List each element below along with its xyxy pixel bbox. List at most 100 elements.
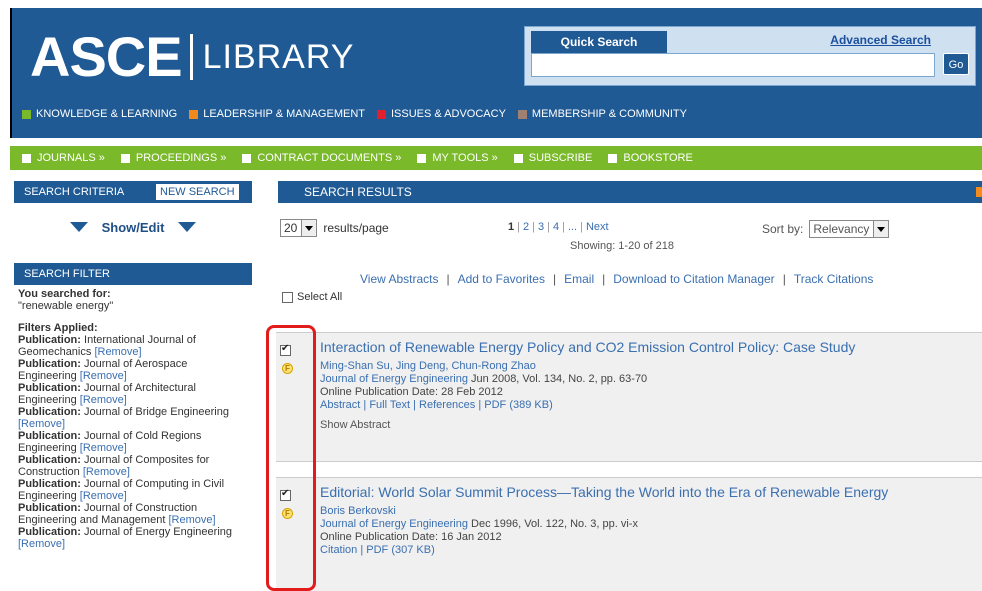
search-results-header: SEARCH RESULTS bbox=[278, 181, 982, 203]
nav-contract-documents[interactable]: CONTRACT DOCUMENTS » bbox=[242, 152, 401, 164]
page-link[interactable]: 3 bbox=[538, 221, 544, 233]
select-all[interactable]: Select All bbox=[282, 291, 342, 303]
nav-label: MY TOOLS » bbox=[432, 152, 498, 164]
square-bullet-icon bbox=[189, 109, 199, 119]
quick-search-tab[interactable]: Quick Search bbox=[531, 31, 667, 53]
publication-label: Publication: bbox=[18, 406, 81, 418]
publication-label: Publication: bbox=[18, 334, 81, 346]
logo-text: ASCE bbox=[30, 25, 183, 88]
remove-filter-link[interactable]: [Remove] bbox=[83, 466, 130, 478]
filter-item: Publication: Journal of Composites for C… bbox=[18, 454, 248, 478]
publication-label: Publication: bbox=[18, 358, 81, 370]
remove-filter-link[interactable]: [Remove] bbox=[80, 442, 127, 454]
search-results-label: SEARCH RESULTS bbox=[304, 185, 412, 199]
page-link[interactable]: 2 bbox=[523, 221, 529, 233]
nav-journals[interactable]: JOURNALS » bbox=[22, 152, 105, 164]
nav-issues-advocacy[interactable]: ISSUES & ADVOCACY bbox=[376, 108, 506, 120]
filter-value: Journal of Bridge Engineering bbox=[84, 406, 229, 418]
square-bullet-icon bbox=[608, 153, 618, 163]
nav-bookstore[interactable]: BOOKSTORE bbox=[608, 152, 693, 164]
nav-label: ISSUES & ADVOCACY bbox=[390, 108, 506, 120]
result-online-date: Online Publication Date: 16 Jan 2012 bbox=[320, 531, 502, 543]
result-actions: View Abstracts | Add to Favorites | Email |… bbox=[360, 272, 874, 286]
rss-icon[interactable] bbox=[976, 187, 982, 197]
asce-library-logo[interactable]: ASCE LIBRARY bbox=[30, 22, 354, 92]
nav-label: PROCEEDINGS » bbox=[135, 152, 227, 164]
site-header: ASCE LIBRARY Quick Search Advanced Searc… bbox=[10, 8, 982, 138]
page-ellipsis[interactable]: ... bbox=[568, 221, 577, 233]
square-bullet-icon bbox=[242, 153, 252, 163]
filter-item: Publication: Journal of Construction Eng… bbox=[18, 502, 248, 526]
search-input[interactable] bbox=[531, 53, 935, 77]
filter-item: Publication: Journal of Energy Engineeri… bbox=[18, 526, 248, 550]
next-page-link[interactable]: Next bbox=[586, 221, 609, 233]
nav-proceedings[interactable]: PROCEEDINGS » bbox=[120, 152, 227, 164]
checkbox-highlight-annotation bbox=[266, 325, 316, 591]
nav-label: LEADERSHIP & MANAGEMENT bbox=[203, 108, 365, 120]
searched-for: You searched for: "renewable energy" bbox=[14, 285, 252, 312]
result-authors[interactable]: Boris Berkovski bbox=[320, 505, 888, 518]
remove-filter-link[interactable]: [Remove] bbox=[80, 394, 127, 406]
remove-filter-link[interactable]: [Remove] bbox=[168, 514, 215, 526]
dropdown-arrow-icon bbox=[873, 221, 889, 237]
filter-item: Publication: Journal of Cold Regions Eng… bbox=[18, 430, 248, 454]
filter-item: Publication: International Journal of Ge… bbox=[18, 334, 248, 358]
remove-filter-link[interactable]: [Remove] bbox=[18, 538, 65, 550]
sort-label: Sort by: bbox=[762, 222, 804, 236]
show-abstract-link[interactable]: Show Abstract bbox=[320, 419, 855, 432]
square-bullet-icon bbox=[417, 153, 427, 163]
sort-control: Sort by: Relevancy bbox=[762, 220, 890, 238]
download-citation-link[interactable]: Download to Citation Manager bbox=[613, 272, 774, 286]
filter-item: Publication: Journal of Aerospace Engine… bbox=[18, 358, 248, 382]
remove-filter-link[interactable]: [Remove] bbox=[80, 370, 127, 382]
searched-for-value: "renewable energy" bbox=[18, 300, 114, 312]
per-page-select[interactable]: 20 bbox=[280, 219, 318, 237]
new-search-button[interactable]: NEW SEARCH bbox=[156, 184, 239, 200]
result-item: F Editorial: World Solar Summit Process—… bbox=[276, 477, 982, 591]
page-link[interactable]: 1 bbox=[508, 221, 514, 233]
per-page-label: results/page bbox=[323, 221, 389, 235]
nav-knowledge-learning[interactable]: KNOWLEDGE & LEARNING bbox=[22, 108, 177, 120]
search-criteria-label: SEARCH CRITERIA bbox=[24, 186, 125, 198]
filter-value: Journal of Energy Engineering bbox=[84, 526, 232, 538]
nav-subscribe[interactable]: SUBSCRIBE bbox=[513, 152, 592, 164]
nav-my-tools[interactable]: MY TOOLS » bbox=[417, 152, 498, 164]
dropdown-arrow-icon bbox=[301, 220, 317, 236]
quick-search-box: Quick Search Advanced Search Go bbox=[524, 26, 976, 86]
per-page-value: 20 bbox=[284, 221, 298, 235]
publication-label: Publication: bbox=[18, 526, 81, 538]
publication-label: Publication: bbox=[18, 502, 81, 514]
view-abstracts-link[interactable]: View Abstracts bbox=[360, 272, 438, 286]
result-authors[interactable]: Ming-Shan Su, Jing Deng, Chun-Rong Zhao bbox=[320, 360, 855, 373]
result-title[interactable]: Interaction of Renewable Energy Policy a… bbox=[320, 340, 855, 354]
pagination: 1 | 2 | 3 | 4 |... | Next bbox=[508, 221, 609, 233]
remove-filter-link[interactable]: [Remove] bbox=[94, 346, 141, 358]
square-bullet-icon bbox=[22, 109, 31, 119]
advanced-search-link[interactable]: Advanced Search bbox=[830, 33, 931, 47]
add-to-favorites-link[interactable]: Add to Favorites bbox=[458, 272, 545, 286]
sort-select[interactable]: Relevancy bbox=[809, 220, 890, 238]
page-link[interactable]: 4 bbox=[553, 221, 559, 233]
remove-filter-link[interactable]: [Remove] bbox=[80, 490, 127, 502]
square-bullet-icon bbox=[22, 153, 31, 163]
show-edit-toggle[interactable]: Show/Edit bbox=[14, 203, 252, 251]
result-journal[interactable]: Journal of Energy Engineering bbox=[320, 518, 468, 530]
search-criteria-header: SEARCH CRITERIA NEW SEARCH bbox=[14, 181, 252, 203]
result-links[interactable]: Citation | PDF (307 KB) bbox=[320, 544, 888, 557]
nav-leadership-management[interactable]: LEADERSHIP & MANAGEMENT bbox=[189, 108, 365, 120]
filters-applied-label: Filters Applied: bbox=[18, 322, 98, 334]
nav-label: JOURNALS » bbox=[37, 152, 105, 164]
searched-for-label: You searched for: bbox=[18, 288, 111, 300]
remove-filter-link[interactable]: [Remove] bbox=[18, 418, 65, 430]
results-count: Showing: 1-20 of 218 bbox=[570, 240, 674, 252]
main-nav: JOURNALS » PROCEEDINGS » CONTRACT DOCUME… bbox=[10, 146, 982, 170]
track-citations-link[interactable]: Track Citations bbox=[794, 272, 874, 286]
result-title[interactable]: Editorial: World Solar Summit Process—Ta… bbox=[320, 485, 888, 499]
select-all-checkbox[interactable] bbox=[282, 291, 293, 303]
email-link[interactable]: Email bbox=[564, 272, 594, 286]
result-citation: Jun 2008, Vol. 134, No. 2, pp. 63-70 bbox=[471, 373, 648, 385]
result-links[interactable]: Abstract | Full Text | References | PDF … bbox=[320, 399, 855, 412]
result-journal[interactable]: Journal of Energy Engineering bbox=[320, 373, 468, 385]
nav-membership-community[interactable]: MEMBERSHIP & COMMUNITY bbox=[517, 108, 687, 120]
go-button[interactable]: Go bbox=[943, 53, 969, 75]
